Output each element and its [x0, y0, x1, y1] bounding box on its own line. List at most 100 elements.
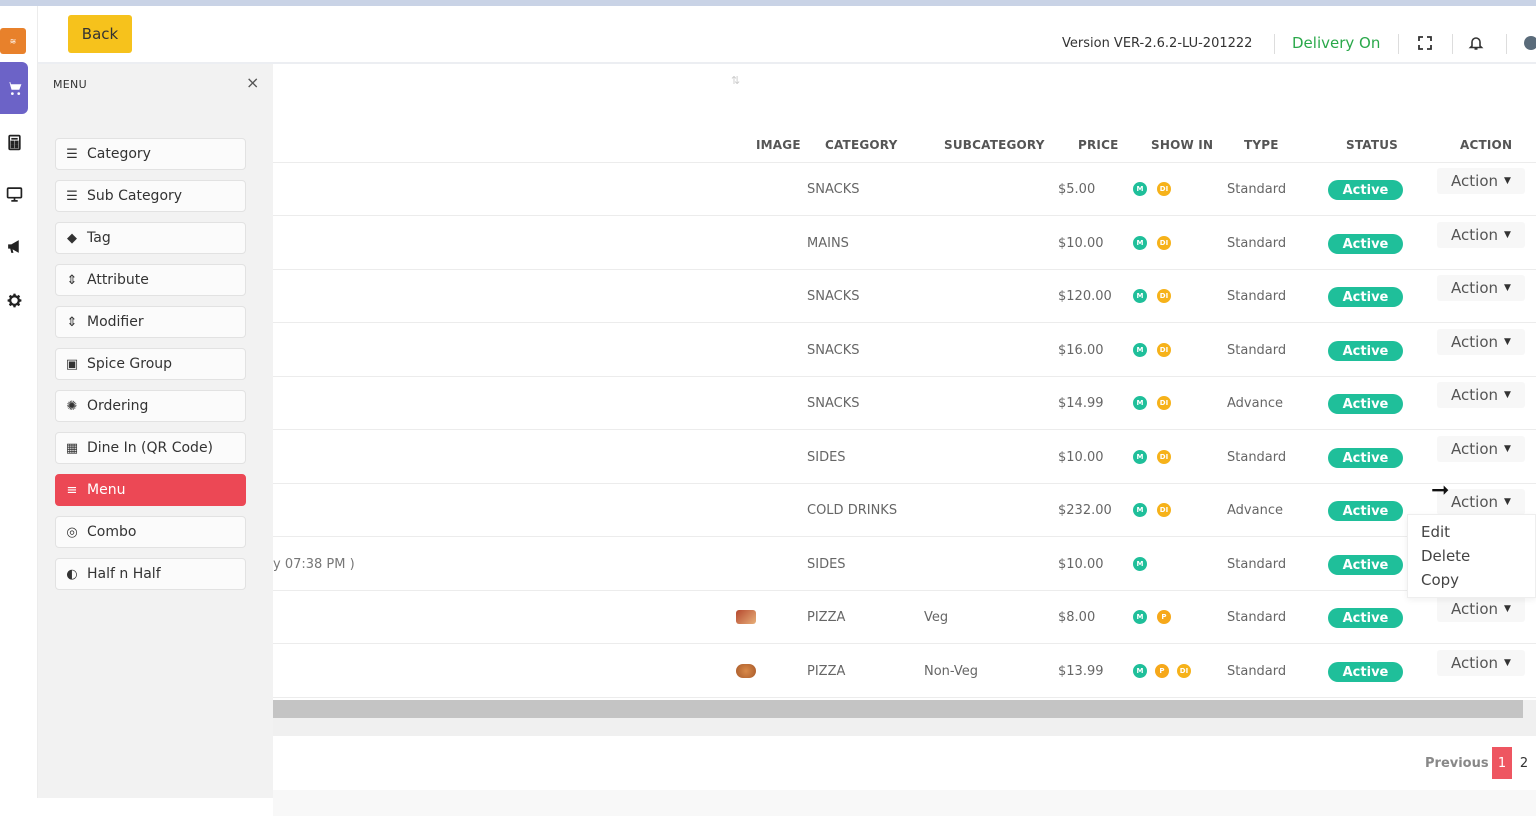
sidebar-item-spice-group[interactable]: ▣ Spice Group [55, 348, 246, 380]
table-row: SNACKS $5.00 M DI Standard Active Action… [273, 163, 1536, 216]
show-in-badge-m: M [1131, 662, 1149, 680]
show-in-badge-p: P [1155, 608, 1173, 626]
column-header-status[interactable]: STATUS [1346, 138, 1398, 152]
page-1-button[interactable]: 1 [1492, 747, 1512, 779]
status-badge: Active [1328, 234, 1403, 254]
show-in-badge-di: DI [1155, 448, 1173, 466]
sidebar-item-label: Spice Group [87, 356, 173, 372]
sidebar-item-menu[interactable]: ≡ Menu [55, 474, 246, 506]
action-dropdown-button[interactable]: Action ▼ [1437, 596, 1525, 622]
show-in-badge-m: M [1131, 394, 1149, 412]
action-dropdown-button[interactable]: Action ▼ [1437, 168, 1525, 194]
bottom-band [273, 790, 1536, 816]
category-cell: SNACKS [807, 396, 860, 411]
action-dropdown-button[interactable]: Action ▼ [1437, 329, 1525, 355]
status-badge: Active [1328, 180, 1403, 200]
menu-table-area: ⇅ IMAGE CATEGORY SUBCATEGORY PRICE SHOW … [273, 64, 1536, 798]
table-row: PIZZA Veg $8.00 M P Standard Active Acti… [273, 591, 1536, 644]
caret-down-icon: ▼ [1504, 658, 1511, 668]
sidebar-item-half-n-half[interactable]: ◐ Half n Half [55, 558, 246, 590]
sidebar-item-attribute[interactable]: ⇕ Attribute [55, 264, 246, 296]
sidebar-item-ordering[interactable]: ✺ Ordering [55, 390, 246, 422]
version-text: Version VER-2.6.2-LU-201222 [1062, 36, 1253, 51]
action-dropdown-menu: Edit Delete Copy [1407, 514, 1536, 598]
divider [1452, 34, 1453, 54]
sidebar-item-label: Tag [87, 230, 111, 246]
show-in-badge-m: M [1131, 341, 1149, 359]
spice-icon: ▣ [65, 356, 79, 372]
tag-icon: ◆ [67, 230, 77, 246]
sidebar-item-label: Attribute [87, 272, 149, 288]
dropdown-edit[interactable]: Edit [1421, 523, 1450, 541]
action-dropdown-button[interactable]: Action ▼ [1437, 222, 1525, 248]
bell-icon[interactable] [1467, 34, 1485, 52]
action-dropdown-button[interactable]: Action ▼ [1437, 382, 1525, 408]
cart-icon[interactable] [0, 62, 28, 114]
status-badge: Active [1328, 501, 1403, 521]
sort-icon: ⇕ [66, 272, 78, 288]
delivery-status-link[interactable]: Delivery On [1292, 34, 1380, 52]
sidebar-item-label: Combo [87, 524, 137, 540]
sidebar-item-modifier[interactable]: ⇕ Modifier [55, 306, 246, 338]
sidebar-item-label: Modifier [87, 314, 144, 330]
monitor-icon[interactable] [0, 174, 28, 214]
sort-icon[interactable]: ⇅ [731, 74, 740, 87]
dropdown-delete[interactable]: Delete [1421, 547, 1470, 565]
gear-icon[interactable] [0, 280, 28, 320]
action-dropdown-button[interactable]: Action ▼ [1437, 489, 1525, 515]
sidebar-item-label: Dine In (QR Code) [87, 440, 214, 456]
table-row: SNACKS $120.00 M DI Standard Active Acti… [273, 270, 1536, 323]
page-2-button[interactable]: 2 [1514, 747, 1534, 779]
show-in-badge-di: DI [1155, 234, 1173, 252]
show-in-badge-m: M [1131, 448, 1149, 466]
column-header-price[interactable]: PRICE [1078, 138, 1119, 152]
price-cell: $14.99 [1058, 396, 1104, 411]
status-badge: Active [1328, 608, 1403, 628]
table-row: SIDES $10.00 M DI Standard Active Action… [273, 431, 1536, 484]
price-cell: $10.00 [1058, 236, 1104, 251]
menu-sidebar: MENU × ☰ Category ☰ Sub Category ◆ Tag ⇕ Att… [38, 64, 273, 798]
sidebar-item-combo[interactable]: ◎ Combo [55, 516, 246, 548]
show-in-badge-m: M [1131, 287, 1149, 305]
sidebar-item-tag[interactable]: ◆ Tag [55, 222, 246, 254]
action-label: Action [1451, 279, 1499, 297]
price-cell: $16.00 [1058, 343, 1104, 358]
fullscreen-icon[interactable] [1416, 34, 1434, 52]
action-dropdown-button[interactable]: Action ▼ [1437, 275, 1525, 301]
action-label: Action [1451, 172, 1499, 190]
back-button[interactable]: Back [68, 15, 132, 53]
caret-down-icon: ▼ [1504, 604, 1511, 614]
column-header-show-in[interactable]: SHOW IN [1151, 138, 1213, 152]
caret-down-icon: ▼ [1504, 176, 1511, 186]
close-icon[interactable]: × [246, 73, 259, 92]
type-cell: Standard [1227, 236, 1287, 251]
calculator-icon[interactable] [0, 122, 28, 162]
type-cell: Standard [1227, 450, 1287, 465]
sidebar-item-sub-category[interactable]: ☰ Sub Category [55, 180, 246, 212]
brand-logo[interactable]: ≋ [0, 28, 26, 54]
column-header-type[interactable]: TYPE [1244, 138, 1279, 152]
show-in-badge-di: DI [1155, 287, 1173, 305]
sidebar-item-category[interactable]: ☰ Category [55, 138, 246, 170]
action-dropdown-button[interactable]: Action ▼ [1437, 436, 1525, 462]
type-cell: Standard [1227, 289, 1287, 304]
ordering-icon: ✺ [66, 398, 78, 414]
dropdown-copy[interactable]: Copy [1421, 571, 1459, 589]
sidebar-item-dine-in-qr[interactable]: ▦ Dine In (QR Code) [55, 432, 246, 464]
column-header-image[interactable]: IMAGE [756, 138, 801, 152]
previous-page-link[interactable]: Previous [1425, 756, 1489, 771]
column-header-subcategory[interactable]: SUBCATEGORY [944, 138, 1045, 152]
category-cell: MAINS [807, 236, 849, 251]
avatar[interactable] [1522, 34, 1536, 52]
action-dropdown-button[interactable]: Action ▼ [1437, 650, 1525, 676]
sort-icon: ⇕ [66, 314, 78, 330]
category-cell: SNACKS [807, 343, 860, 358]
show-in-badge-m: M [1131, 501, 1149, 519]
horizontal-scrollbar-thumb[interactable] [273, 700, 1523, 718]
sidebar-item-label: Category [87, 146, 151, 162]
table-row: COLD DRINKS $232.00 M DI Advance Active … [273, 484, 1536, 537]
megaphone-icon[interactable] [0, 226, 28, 266]
column-header-category[interactable]: CATEGORY [825, 138, 897, 152]
pointer-arrow-icon: ➞ [1431, 478, 1450, 503]
column-header-action[interactable]: ACTION [1460, 138, 1512, 152]
